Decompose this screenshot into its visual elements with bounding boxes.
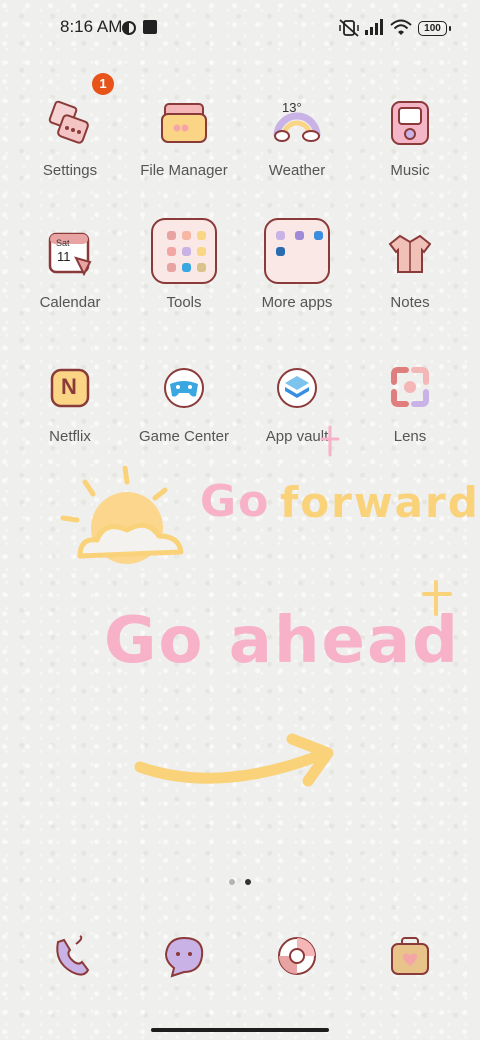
app-label: More apps <box>261 294 333 311</box>
app-label: Settings <box>42 162 98 179</box>
app-label: Game Center <box>138 428 230 445</box>
arrow-illustration <box>134 733 334 787</box>
vpn-key-icon <box>122 21 136 35</box>
music-player-icon <box>382 96 438 152</box>
app-weather[interactable]: 13° Weather <box>239 96 355 179</box>
app-label: Tools <box>166 294 202 311</box>
square-notification-icon <box>143 20 157 34</box>
plus-sparkle-icon <box>320 425 340 457</box>
lens-icon <box>382 362 438 418</box>
app-folder-more-apps[interactable]: More apps <box>239 218 355 311</box>
weather-rainbow-icon: 13° <box>269 96 325 152</box>
app-label: Music <box>390 162 430 179</box>
app-label: Netflix <box>49 428 91 445</box>
netflix-icon: N <box>42 362 98 418</box>
page-dot[interactable] <box>229 879 235 885</box>
app-game-center[interactable]: Game Center <box>126 362 242 445</box>
app-label: Lens <box>393 428 427 445</box>
app-folder-tools[interactable]: Tools <box>126 218 242 311</box>
phone-icon[interactable] <box>50 934 94 978</box>
app-music[interactable]: Music <box>352 96 468 179</box>
notes-shirt-icon <box>382 228 438 284</box>
plus-sparkle-icon <box>422 580 452 616</box>
vibrate-off-icon <box>339 19 359 37</box>
netflix-glyph: N <box>61 374 77 399</box>
folder-icon <box>264 218 330 284</box>
wallpaper-text-forward: forward <box>280 478 480 527</box>
folder-icon <box>151 218 217 284</box>
app-file-manager[interactable]: File Manager <box>126 96 242 179</box>
messages-icon[interactable] <box>162 934 206 978</box>
wallpaper-text-go: Go <box>200 476 271 527</box>
calendar-date: 11 <box>57 249 71 264</box>
app-label: Notes <box>390 294 430 311</box>
app-notes[interactable]: Notes <box>352 228 468 311</box>
app-netflix[interactable]: N Netflix <box>12 362 128 445</box>
status-bar: 8:16 AM 100 <box>0 0 480 56</box>
app-calendar[interactable]: Sat 11 Calendar <box>12 228 128 311</box>
calendar-icon: Sat 11 <box>42 228 98 284</box>
sun-cloud-illustration <box>60 465 184 564</box>
app-label: Calendar <box>39 294 101 311</box>
app-lens[interactable]: Lens <box>352 362 468 445</box>
battery-icon: 100 <box>418 21 451 36</box>
app-vault-icon <box>269 362 325 418</box>
gesture-nav-bar[interactable] <box>151 1028 329 1032</box>
signal-icon <box>365 19 383 35</box>
gamepad-icon <box>156 362 212 418</box>
notification-badge: 1 <box>92 73 114 95</box>
wallpaper-text-go-ahead: Go ahead <box>104 604 460 678</box>
app-label: Weather <box>268 162 326 179</box>
status-time: 8:16 AM <box>60 17 123 36</box>
app-label: File Manager <box>140 162 228 179</box>
wifi-icon <box>390 19 412 35</box>
app-settings[interactable]: Settings <box>12 96 128 179</box>
browser-icon[interactable] <box>275 934 319 978</box>
folder-bag-icon <box>156 96 212 152</box>
weather-temp: 13° <box>282 100 302 115</box>
calendar-day: Sat <box>56 238 70 248</box>
page-dot-active[interactable] <box>245 879 251 885</box>
app-store-icon[interactable] <box>388 934 432 978</box>
settings-icon <box>42 96 98 152</box>
